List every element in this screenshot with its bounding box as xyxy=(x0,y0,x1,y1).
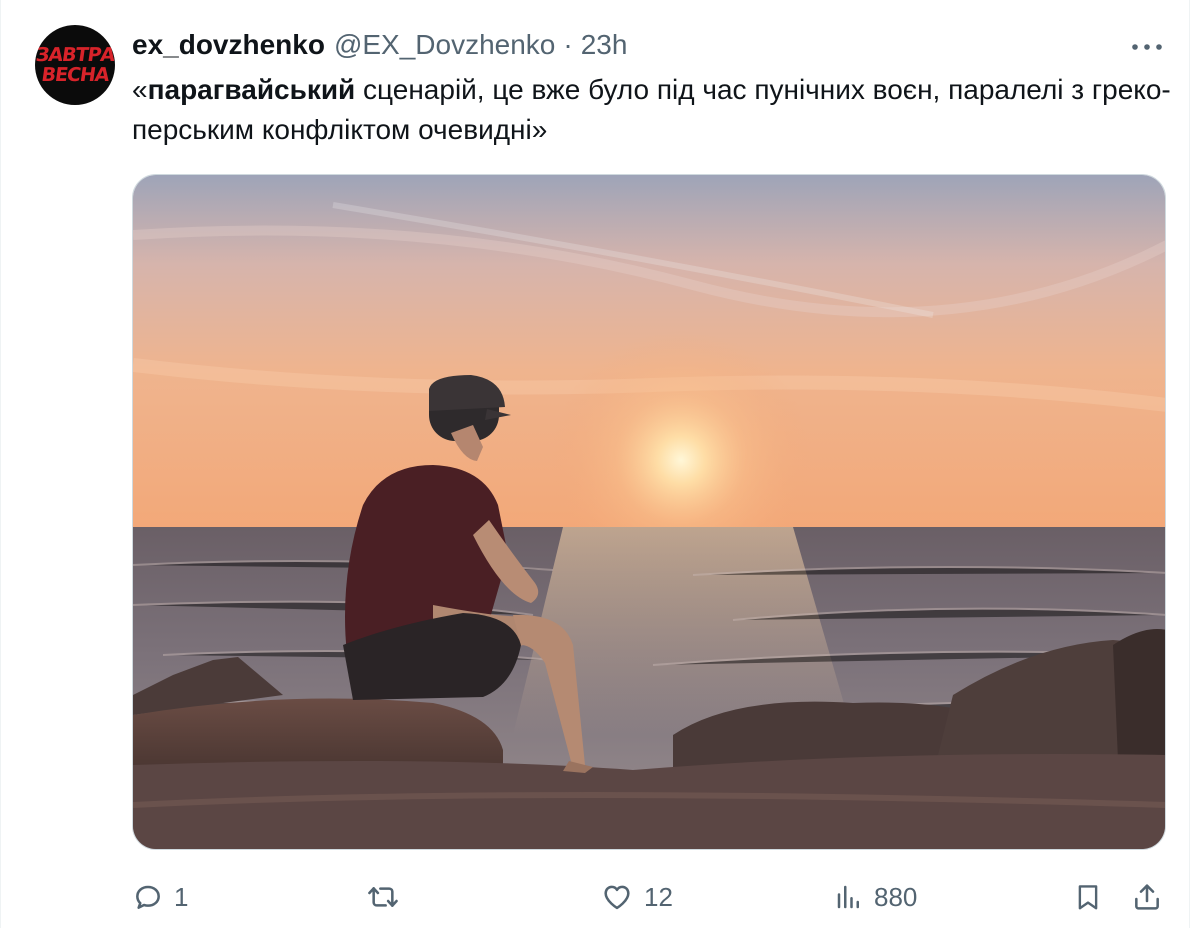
tweet-photo[interactable] xyxy=(132,174,1166,850)
user-handle[interactable]: @EX_Dovzhenko xyxy=(334,29,555,61)
bookmark-icon xyxy=(1073,881,1103,913)
views-button[interactable]: 880 xyxy=(834,872,917,922)
display-name[interactable]: ex_dovzhenko xyxy=(132,29,325,61)
views-icon xyxy=(834,881,864,913)
views-count: 880 xyxy=(874,881,918,912)
reply-icon xyxy=(132,881,164,913)
tweet-text-bold: парагвайський xyxy=(147,74,356,105)
avatar-logo-line1: ЗАВТРА xyxy=(35,44,115,66)
repost-icon xyxy=(365,881,401,913)
reply-count: 1 xyxy=(174,881,189,912)
more-horizontal-icon[interactable] xyxy=(1127,30,1167,64)
share-button[interactable] xyxy=(1131,872,1163,922)
like-count: 12 xyxy=(644,881,673,912)
tweet-actions: 1 12 880 xyxy=(0,872,1190,922)
avatar[interactable]: ЗАВТРА ВЕСНА xyxy=(35,25,115,105)
avatar-logo-line2: ВЕСНА xyxy=(40,64,111,86)
share-icon xyxy=(1131,881,1163,913)
tweet-timestamp[interactable]: 23h xyxy=(581,29,628,61)
tweet-text: «парагвайський сценарій, це вже було під… xyxy=(132,70,1172,150)
bookmark-button[interactable] xyxy=(1073,872,1103,922)
reply-button[interactable]: 1 xyxy=(132,872,188,922)
tweet-text-open-quote: « xyxy=(132,74,148,105)
repost-button[interactable] xyxy=(365,872,411,922)
tweet-header: ex_dovzhenko @EX_Dovzhenko · 23h xyxy=(132,26,627,64)
tweet[interactable]: ЗАВТРА ВЕСНА ex_dovzhenko @EX_Dovzhenko … xyxy=(0,0,1190,928)
like-icon xyxy=(600,881,634,913)
header-separator: · xyxy=(563,29,573,60)
like-button[interactable]: 12 xyxy=(600,872,673,922)
